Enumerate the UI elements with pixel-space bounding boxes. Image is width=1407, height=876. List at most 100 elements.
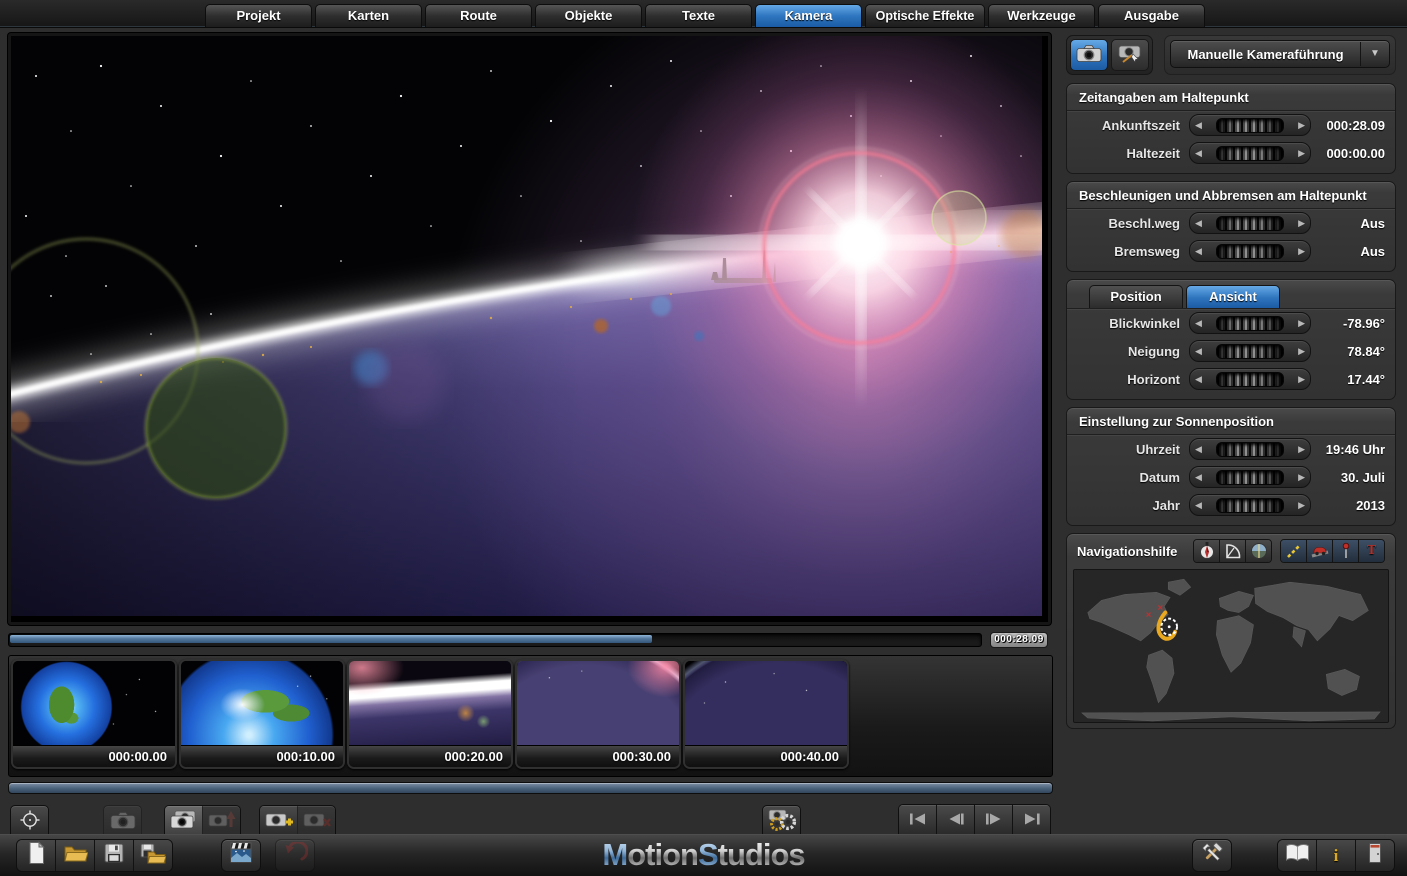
tab-werkzeuge[interactable]: Werkzeuge [988, 4, 1095, 27]
spinner-increment-arrow[interactable]: ▶ [1298, 341, 1305, 361]
compass-icon[interactable] [1194, 540, 1219, 562]
beschlweg-spinner[interactable]: ◀ ▶ [1189, 212, 1311, 234]
datum-spinner[interactable]: ◀ ▶ [1189, 466, 1311, 488]
spinner-increment-arrow[interactable]: ▶ [1298, 115, 1305, 135]
spinner-decrement-arrow[interactable]: ◀ [1195, 341, 1202, 361]
manual-button[interactable] [1278, 840, 1316, 871]
spinner-increment-arrow[interactable]: ▶ [1298, 313, 1305, 333]
spinner-drum[interactable] [1216, 118, 1284, 133]
blickwinkel-spinner[interactable]: ◀ ▶ [1189, 312, 1311, 334]
marker-pin-icon[interactable] [1332, 540, 1358, 562]
spinner-decrement-arrow[interactable]: ◀ [1195, 241, 1202, 261]
spinner-increment-arrow[interactable]: ▶ [1298, 369, 1305, 389]
uhrzeit-spinner[interactable]: ◀ ▶ [1189, 438, 1311, 460]
tab-objekte[interactable]: Objekte [535, 4, 642, 27]
spinner-drum[interactable] [1216, 470, 1284, 485]
camera-icon [1076, 43, 1102, 68]
info-button[interactable]: i [1316, 840, 1355, 871]
keyframe-thumbnail-3[interactable]: 000:20.00 [347, 659, 513, 769]
wrench-hammer-icon [1199, 840, 1225, 871]
tab-ausgabe[interactable]: Ausgabe [1098, 4, 1205, 27]
keyframe-thumbnail-5[interactable]: 000:40.00 [683, 659, 849, 769]
timeline-progress-bar[interactable] [8, 633, 982, 647]
haltezeit-spinner[interactable]: ◀ ▶ [1189, 142, 1311, 164]
spinner-decrement-arrow[interactable]: ◀ [1195, 143, 1202, 163]
preview-render-button[interactable] [221, 839, 261, 872]
thumbnail-image [685, 661, 847, 745]
thumbnail-timestamp: 000:20.00 [349, 745, 511, 768]
tab-ansicht[interactable]: Ansicht [1186, 285, 1280, 308]
neigung-spinner[interactable]: ◀ ▶ [1189, 340, 1311, 362]
camera-mode-group [1066, 35, 1153, 75]
text-overlay-icon[interactable]: T [1358, 540, 1384, 562]
tab-karten[interactable]: Karten [315, 4, 422, 27]
open-project-button[interactable] [55, 840, 94, 871]
horizon-globe-icon[interactable] [1245, 540, 1271, 562]
tab-optische-effekte[interactable]: Optische Effekte [865, 4, 985, 27]
nav-instrument-group [1193, 539, 1272, 563]
spinner-increment-arrow[interactable]: ▶ [1298, 439, 1305, 459]
jahr-spinner[interactable]: ◀ ▶ [1189, 494, 1311, 516]
camera-mode-edit-button[interactable] [1111, 39, 1149, 71]
spinner-drum[interactable] [1216, 216, 1284, 231]
protractor-icon[interactable] [1219, 540, 1245, 562]
tab-position[interactable]: Position [1089, 285, 1183, 308]
spinner-increment-arrow[interactable]: ▶ [1298, 213, 1305, 233]
route-line-icon[interactable] [1281, 540, 1306, 562]
spinner-increment-arrow[interactable]: ▶ [1298, 467, 1305, 487]
camera-delete-icon [303, 809, 331, 836]
camera-mode-manual-button[interactable] [1070, 39, 1108, 71]
spinner-decrement-arrow[interactable]: ◀ [1195, 495, 1202, 515]
spinner-drum[interactable] [1216, 498, 1284, 513]
keyframe-thumbnail-1[interactable]: 000:00.00 [11, 659, 177, 769]
ankunftszeit-row: Ankunftszeit ◀ ▶ 000:28.09 [1077, 111, 1385, 139]
dropdown-selected-value: Manuelle Kameraführung [1171, 47, 1360, 62]
ankunftszeit-spinner[interactable]: ◀ ▶ [1189, 114, 1311, 136]
new-project-button[interactable] [17, 840, 55, 871]
earth-scene [11, 36, 1042, 616]
spinner-increment-arrow[interactable]: ▶ [1298, 495, 1305, 515]
camera-gears-icon [767, 807, 797, 838]
exit-door-icon [1367, 842, 1383, 869]
spinner-drum[interactable] [1216, 344, 1284, 359]
spinner-drum[interactable] [1216, 372, 1284, 387]
bremsweg-spinner[interactable]: ◀ ▶ [1189, 240, 1311, 262]
row-value: 17.44° [1311, 372, 1385, 387]
camera-guidance-dropdown[interactable]: Manuelle Kameraführung ▼ [1170, 40, 1390, 68]
exit-button[interactable] [1355, 840, 1394, 871]
spinner-increment-arrow[interactable]: ▶ [1298, 241, 1305, 261]
row-label: Horizont [1077, 372, 1189, 387]
spinner-drum[interactable] [1216, 146, 1284, 161]
tools-button[interactable] [1192, 839, 1232, 872]
thumbnail-timestamp: 000:30.00 [517, 745, 679, 768]
chevron-down-icon[interactable]: ▼ [1360, 42, 1389, 66]
tab-kamera[interactable]: Kamera [755, 4, 862, 27]
preview-viewport[interactable] [8, 33, 1051, 625]
undo-button[interactable] [275, 839, 315, 872]
keyframe-thumbnail-4[interactable]: 000:30.00 [515, 659, 681, 769]
timeline-scrollbar[interactable] [8, 782, 1053, 794]
tab-route[interactable]: Route [425, 4, 532, 27]
save-project-button[interactable] [94, 840, 133, 871]
spinner-drum[interactable] [1216, 244, 1284, 259]
vehicle-icon[interactable] [1306, 540, 1332, 562]
horizont-spinner[interactable]: ◀ ▶ [1189, 368, 1311, 390]
spinner-decrement-arrow[interactable]: ◀ [1195, 467, 1202, 487]
spinner-decrement-arrow[interactable]: ◀ [1195, 369, 1202, 389]
camera-mode-row: Manuelle Kameraführung ▼ [1066, 35, 1396, 75]
world-map[interactable] [1073, 569, 1389, 723]
sun-section: Einstellung zur Sonnenposition Uhrzeit ◀… [1066, 407, 1396, 526]
tab-projekt[interactable]: Projekt [205, 4, 312, 27]
keyframe-thumbnail-2[interactable]: 000:10.00 [179, 659, 345, 769]
spinner-decrement-arrow[interactable]: ◀ [1195, 313, 1202, 333]
row-label: Uhrzeit [1077, 442, 1189, 457]
tab-texte[interactable]: Texte [645, 4, 752, 27]
camera-icon [110, 810, 136, 835]
spinner-decrement-arrow[interactable]: ◀ [1195, 213, 1202, 233]
save-as-button[interactable] [133, 840, 172, 871]
spinner-drum[interactable] [1216, 316, 1284, 331]
spinner-increment-arrow[interactable]: ▶ [1298, 143, 1305, 163]
spinner-decrement-arrow[interactable]: ◀ [1195, 439, 1202, 459]
spinner-drum[interactable] [1216, 442, 1284, 457]
spinner-decrement-arrow[interactable]: ◀ [1195, 115, 1202, 135]
